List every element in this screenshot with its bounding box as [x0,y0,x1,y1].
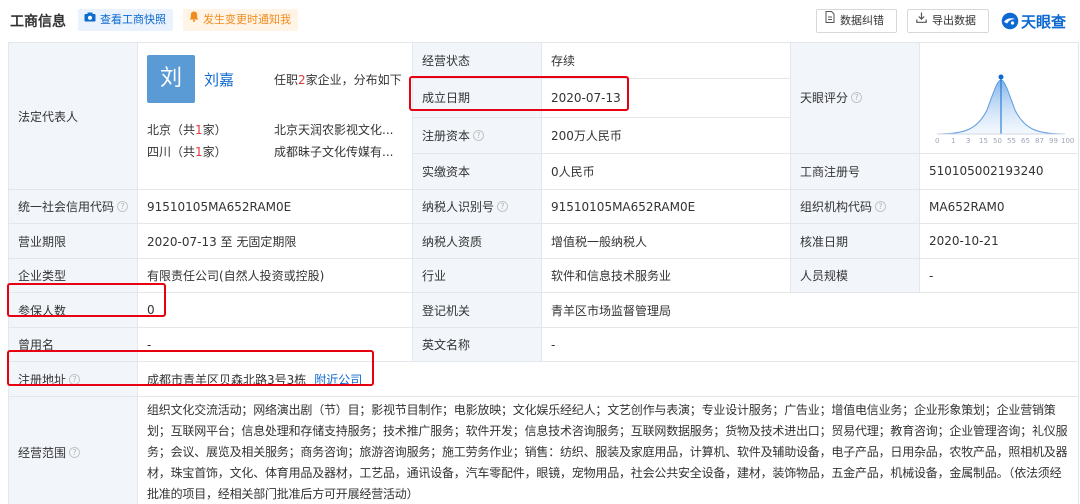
reg-no-label: 工商注册号 [790,152,920,191]
help-icon[interactable]: ? [473,129,485,141]
credit-code-value: 91510105MA652RAM0E [137,189,413,224]
data-correction-button[interactable]: 数据纠错 [816,9,897,33]
org-code-label: 组织机构代码? [790,189,920,224]
notify-change-label: 发生变更时通知我 [203,13,291,26]
help-icon[interactable]: ? [117,201,129,212]
staff-size-value: - [919,258,1079,293]
approval-date-value: 2020-10-21 [919,223,1079,259]
english-name-label: 英文名称 [412,327,542,362]
legal-rep-name-link[interactable]: 刘嘉 [204,69,234,90]
approval-date-label: 核准日期 [790,223,920,259]
english-name-value: - [541,327,1079,362]
highlight-est-date [409,76,629,111]
section-title: 工商信息 [10,14,66,30]
help-icon[interactable]: ? [875,201,887,212]
notify-change-button[interactable]: 发生变更时通知我 [183,9,298,31]
company-type-value: 有限责任公司(自然人投资或控股) [137,258,413,293]
biz-scope-label: 经营范围? [8,396,138,504]
logo-eye-icon [1001,12,1019,30]
company-link-beijing[interactable]: 北京天润农影视文化... [274,121,393,138]
biz-term-label: 营业期限 [8,223,138,259]
industry-label: 行业 [412,258,542,293]
view-snapshot-label: 查看工商快照 [100,13,166,26]
legal-rep-label: 法定代表人 [8,42,138,190]
biz-status-label: 经营状态 [412,41,542,80]
highlight-insured-count [7,283,166,317]
document-icon [825,9,835,31]
legal-rep-role-summary: 任职2家企业，分布如下 [274,73,402,87]
help-icon[interactable]: ? [851,92,863,104]
data-correction-label: 数据纠错 [840,14,884,27]
highlight-reg-address [7,350,374,386]
help-icon[interactable]: ? [497,201,509,212]
tianyancha-logo: 天眼查 [1000,9,1078,33]
company-link-sichuan[interactable]: 成都昧子文化传媒有... [274,143,393,160]
business-info-table: 法定代表人 刘 刘嘉 任职2家企业，分布如下 北京（共1家） 北京天润农影视文化… [8,41,1079,504]
org-code-value: MA652RAM0 [919,189,1079,224]
export-data-label: 导出数据 [932,14,976,27]
help-icon[interactable]: ? [69,447,81,458]
score-distribution-curve [936,74,1066,135]
tianyan-score-label: 天眼评分? [790,42,920,154]
logo-text: 天眼查 [1021,13,1067,31]
biz-scope-value: 组织文化交流活动；网络演出剧（节）目；影视节目制作；电影放映；文化娱乐经纪人；文… [137,396,1079,504]
paid-capital-label: 实缴资本 [412,152,542,191]
view-snapshot-button[interactable]: 查看工商快照 [78,9,173,31]
taxpayer-type-label: 纳税人资质 [412,223,542,259]
industry-value: 软件和信息技术服务业 [541,258,791,293]
tax-id-value: 91510105MA652RAM0E [541,189,791,224]
reg-authority-label: 登记机关 [412,292,542,328]
region-beijing: 北京（共1家） [147,123,227,137]
header-bar: 工商信息 查看工商快照 发生变更时通知我 数据纠错 导出数据 天眼查 [0,0,1080,40]
biz-status-value: 存续 [541,41,791,80]
taxpayer-type-value: 增值税一般纳税人 [541,223,791,259]
reg-capital-value: 200万人民币 [541,116,791,154]
tianyan-score-cell: 评分 61 [919,42,1079,154]
region-sichuan: 四川（共1家） [147,145,227,159]
camera-icon [84,8,96,30]
staff-size-label: 人员规模 [790,258,920,293]
reg-authority-value: 青羊区市场监督管理局 [541,292,1079,328]
reg-no-value: 510105002193240 [919,152,1079,191]
insured-count-value: 0 [137,292,413,328]
paid-capital-value: 0人民币 [541,152,791,191]
reg-capital-label: 注册资本? [412,116,542,154]
export-data-button[interactable]: 导出数据 [907,9,989,33]
legal-rep-cell: 刘 刘嘉 任职2家企业，分布如下 北京（共1家） 北京天润农影视文化... 四川… [137,42,413,190]
tax-id-label: 纳税人识别号? [412,189,542,224]
download-icon [916,9,927,31]
biz-term-value: 2020-07-13 至 无固定期限 [137,223,413,259]
bell-icon [189,8,199,30]
avatar: 刘 [147,55,195,103]
credit-code-label: 统一社会信用代码? [8,189,138,224]
